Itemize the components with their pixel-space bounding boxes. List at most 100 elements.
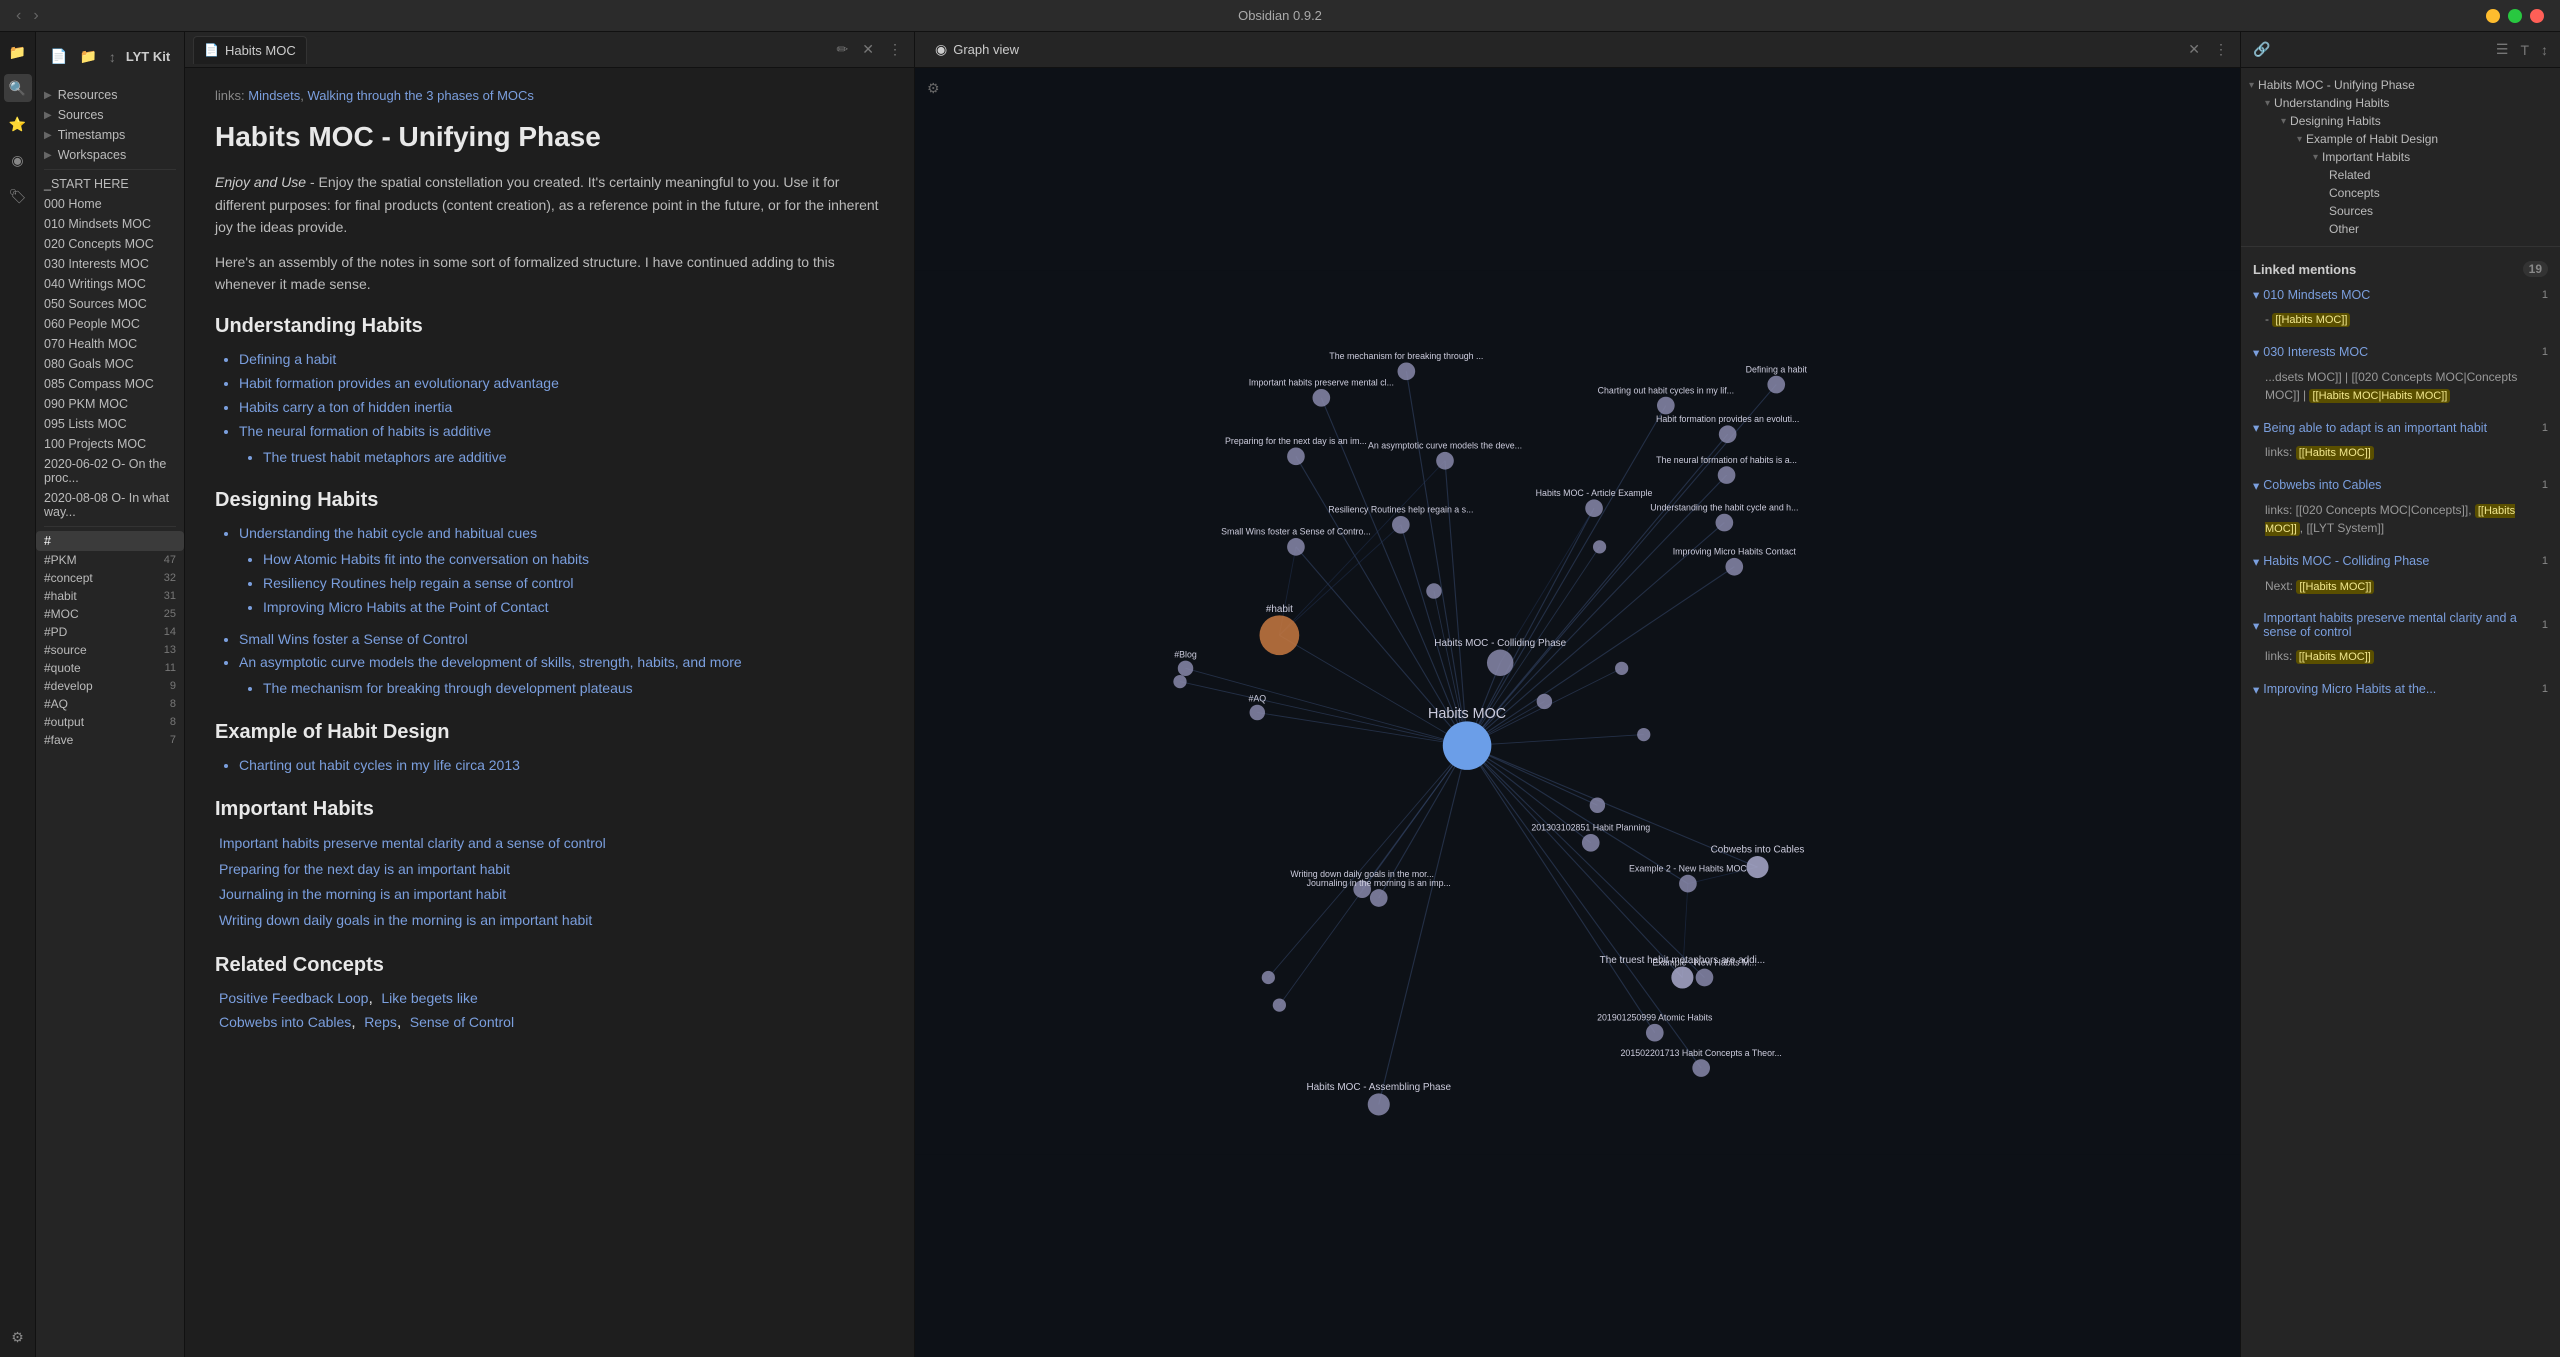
atomic-link[interactable]: How Atomic Habits fit into the conversat…	[263, 551, 589, 567]
defining-link[interactable]: Defining a habit	[239, 351, 336, 367]
graph-icon-btn[interactable]: ◉	[4, 146, 32, 174]
mention-group-title[interactable]: ▾ 010 Mindsets MOC 1	[2241, 283, 2560, 306]
edit-icon[interactable]: ✏	[833, 37, 853, 62]
sort-right-icon[interactable]: ↕	[2537, 38, 2552, 62]
tags-icon-btn[interactable]: 🏷	[4, 182, 32, 210]
graph-settings-icon[interactable]: ⚙	[923, 76, 944, 101]
mention-link[interactable]: [[Habits MOC]]	[2296, 446, 2374, 460]
sidebar-item[interactable]: 050 Sources MOC	[36, 294, 184, 314]
new-note-icon[interactable]: 📄	[46, 44, 71, 69]
pfl-link[interactable]: Positive Feedback Loop	[219, 990, 368, 1006]
tag-item[interactable]: #quote11	[36, 659, 184, 677]
preparing-link[interactable]: Preparing for the next day is an importa…	[219, 857, 884, 883]
link-icon[interactable]: 🔗	[2249, 37, 2274, 62]
cycle-link[interactable]: Understanding the habit cycle and habitu…	[239, 525, 537, 541]
mention-group-title[interactable]: ▾ Being able to adapt is an important ha…	[2241, 416, 2560, 439]
sidebar-item[interactable]: 095 Lists MOC	[36, 414, 184, 434]
close-graph-icon[interactable]: ✕	[2184, 37, 2204, 62]
sidebar-item-workspaces[interactable]: ▶ Workspaces	[36, 145, 184, 165]
sidebar-item[interactable]: 2020-08-08 O- In what way...	[36, 488, 184, 522]
small-wins-link[interactable]: Small Wins foster a Sense of Control	[239, 631, 468, 647]
sidebar-item-timestamps[interactable]: ▶ Timestamps	[36, 125, 184, 145]
asymptotic-link[interactable]: An asymptotic curve models the developme…	[239, 654, 742, 670]
mention-link[interactable]: [[Habits MOC|Habits MOC]]	[2309, 389, 2450, 403]
tag-item[interactable]: #output8	[36, 713, 184, 731]
cobwebs-link[interactable]: Cobwebs into Cables	[219, 1014, 351, 1030]
walking-link[interactable]: Walking through the 3 phases of MOCs	[308, 88, 534, 103]
mention-link[interactable]: [[Habits MOC]]	[2265, 504, 2515, 537]
tag-item[interactable]: #develop9	[36, 677, 184, 695]
sidebar-item[interactable]: 2020-06-02 O- On the proc...	[36, 454, 184, 488]
tag-item[interactable]: #habit31	[36, 587, 184, 605]
sidebar-item[interactable]: 000 Home	[36, 194, 184, 214]
reps-link[interactable]: Reps	[364, 1014, 397, 1030]
sidebar-item[interactable]: 090 PKM MOC	[36, 394, 184, 414]
mention-group-title[interactable]: ▾ 030 Interests MOC 1	[2241, 341, 2560, 364]
mention-group-title[interactable]: ▾ Habits MOC - Colliding Phase 1	[2241, 550, 2560, 573]
micro-habits-link[interactable]: Improving Micro Habits at the Point of C…	[263, 599, 549, 615]
mindsets-link[interactable]: Mindsets	[248, 88, 300, 103]
tag-item[interactable]: #fave7	[36, 731, 184, 749]
plateau-link[interactable]: The mechanism for breaking through devel…	[263, 680, 633, 696]
sidebar-item[interactable]: 010 Mindsets MOC	[36, 214, 184, 234]
graph-tab[interactable]: ◉ Graph view	[923, 35, 1031, 64]
sidebar-item-resources[interactable]: ▶ Resources	[36, 85, 184, 105]
neural-link[interactable]: The neural formation of habits is additi…	[239, 423, 491, 439]
sidebar-item[interactable]: 060 People MOC	[36, 314, 184, 334]
truest-link[interactable]: The truest habit metaphors are additive	[263, 449, 507, 465]
sidebar-item[interactable]: _START HERE	[36, 174, 184, 194]
sidebar-hash[interactable]: #	[36, 531, 184, 551]
tree-item-example[interactable]: ▾ Example of Habit Design	[2241, 130, 2560, 148]
list-icon[interactable]: ☰	[2492, 37, 2513, 62]
new-folder-icon[interactable]: 📁	[75, 44, 100, 69]
tree-item-designing[interactable]: ▾ Designing Habits	[2241, 112, 2560, 130]
tag-item[interactable]: #MOC25	[36, 605, 184, 623]
sidebar-item[interactable]: 040 Writings MOC	[36, 274, 184, 294]
lbl-link[interactable]: Like begets like	[381, 990, 478, 1006]
files-icon-btn[interactable]: 📁	[4, 38, 32, 66]
starred-icon-btn[interactable]: ⭐	[4, 110, 32, 138]
mention-group-title[interactable]: ▾ Improving Micro Habits at the... 1	[2241, 678, 2560, 701]
search-icon-btn[interactable]: 🔍	[4, 74, 32, 102]
tree-item-sources[interactable]: Sources	[2241, 202, 2560, 220]
maximize-button[interactable]	[2508, 9, 2522, 23]
close-tab-icon[interactable]: ✕	[858, 37, 878, 62]
sidebar-item[interactable]: 080 Goals MOC	[36, 354, 184, 374]
clarity-link[interactable]: Important habits preserve mental clarity…	[219, 831, 884, 857]
resiliency-link[interactable]: Resiliency Routines help regain a sense …	[263, 575, 574, 591]
editor-tab-habits[interactable]: 📄 Habits MOC	[193, 36, 307, 64]
nav-back[interactable]: ‹	[16, 7, 21, 25]
minimize-button[interactable]	[2486, 9, 2500, 23]
tree-item-important[interactable]: ▾ Important Habits	[2241, 148, 2560, 166]
more-options-icon[interactable]: ⋮	[884, 37, 906, 62]
heading-icon[interactable]: T	[2516, 38, 2533, 62]
mention-link[interactable]: [[Habits MOC]]	[2272, 313, 2350, 327]
sidebar-item[interactable]: 070 Health MOC	[36, 334, 184, 354]
tree-item-other[interactable]: Other	[2241, 220, 2560, 238]
tree-item-concepts[interactable]: Concepts	[2241, 184, 2560, 202]
sidebar-item-sources-section[interactable]: ▶ Sources	[36, 105, 184, 125]
mention-group-title[interactable]: ▾ Cobwebs into Cables 1	[2241, 474, 2560, 497]
tree-item-related[interactable]: Related	[2241, 166, 2560, 184]
charting-link[interactable]: Charting out habit cycles in my life cir…	[239, 757, 520, 773]
sidebar-item[interactable]: 020 Concepts MOC	[36, 234, 184, 254]
tag-item[interactable]: #PD14	[36, 623, 184, 641]
settings-icon-btn[interactable]: ⚙	[4, 1323, 32, 1351]
tree-item-unifying[interactable]: ▾ Habits MOC - Unifying Phase	[2241, 76, 2560, 94]
tag-item[interactable]: #concept32	[36, 569, 184, 587]
hidden-inertia-link[interactable]: Habits carry a ton of hidden inertia	[239, 399, 452, 415]
tag-item[interactable]: #AQ8	[36, 695, 184, 713]
close-button[interactable]	[2530, 9, 2544, 23]
tag-item[interactable]: #PKM47	[36, 551, 184, 569]
tag-item[interactable]: #source13	[36, 641, 184, 659]
writing-link[interactable]: Writing down daily goals in the morning …	[219, 908, 884, 934]
mention-group-title[interactable]: ▾ Important habits preserve mental clari…	[2241, 607, 2560, 643]
habit-formation-link[interactable]: Habit formation provides an evolutionary…	[239, 375, 559, 391]
soc-link[interactable]: Sense of Control	[410, 1014, 514, 1030]
sidebar-item[interactable]: 030 Interests MOC	[36, 254, 184, 274]
tree-item-understanding[interactable]: ▾ Understanding Habits	[2241, 94, 2560, 112]
mention-link[interactable]: [[Habits MOC]]	[2296, 650, 2374, 664]
sort-icon[interactable]: ↕	[105, 45, 120, 69]
more-graph-icon[interactable]: ⋮	[2210, 37, 2232, 62]
nav-forward[interactable]: ›	[33, 7, 38, 25]
